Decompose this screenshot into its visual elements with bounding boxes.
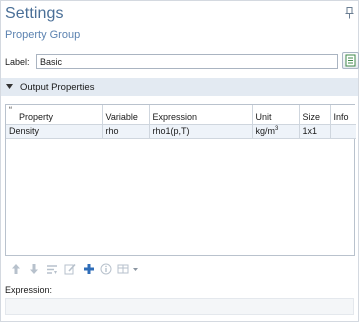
info-icon[interactable] — [100, 263, 112, 275]
document-icon — [345, 54, 356, 67]
page-title: Settings — [5, 5, 64, 22]
cell-variable[interactable]: rho — [102, 124, 150, 139]
col-header-info[interactable]: Info — [330, 105, 356, 125]
collapse-triangle-icon[interactable] — [6, 84, 13, 89]
section-title: Output Properties — [20, 82, 95, 93]
page-subtitle: Property Group — [5, 29, 81, 41]
output-properties-table[interactable]: “ Property Variable Expression Unit Size… — [5, 104, 356, 256]
label-field-caption: Label: — [5, 57, 30, 67]
cell-unit[interactable]: kg/m3 — [252, 124, 300, 139]
add-icon[interactable] — [83, 263, 95, 275]
table-row[interactable]: Density rho rho1(p,T) kg/m3 1x1 — [6, 124, 356, 139]
cell-size[interactable]: 1x1 — [299, 124, 331, 139]
expression-label: Expression: — [5, 285, 53, 295]
col-header-size[interactable]: Size — [299, 105, 331, 125]
col-header-variable[interactable]: Variable — [102, 105, 150, 125]
table-options-dropdown-icon[interactable] — [117, 263, 141, 275]
cell-property[interactable]: Density — [6, 124, 103, 139]
cell-expression[interactable]: rho1(p,T) — [149, 124, 253, 139]
section-output-properties[interactable]: Output Properties — [1, 78, 358, 96]
sort-icon: “ — [9, 105, 12, 115]
table-header-row: “ Property Variable Expression Unit Size… — [6, 105, 356, 125]
load-list-icon[interactable] — [46, 263, 58, 275]
unit-exponent: 3 — [275, 126, 279, 132]
col-header-unit[interactable]: Unit — [252, 105, 300, 125]
table-toolbar — [10, 263, 210, 275]
label-input[interactable] — [36, 54, 338, 69]
edit-icon[interactable] — [64, 263, 76, 275]
col-header-property[interactable]: “ Property — [6, 105, 103, 125]
move-down-icon[interactable] — [28, 263, 40, 275]
pin-icon[interactable] — [345, 7, 354, 19]
label-row: Label: — [5, 52, 359, 70]
reset-label-button[interactable] — [342, 52, 359, 69]
cell-info[interactable] — [330, 124, 356, 139]
expression-field[interactable] — [5, 298, 354, 315]
col-header-expression[interactable]: Expression — [149, 105, 253, 125]
unit-base: kg/m — [255, 126, 276, 136]
move-up-icon[interactable] — [10, 263, 22, 275]
